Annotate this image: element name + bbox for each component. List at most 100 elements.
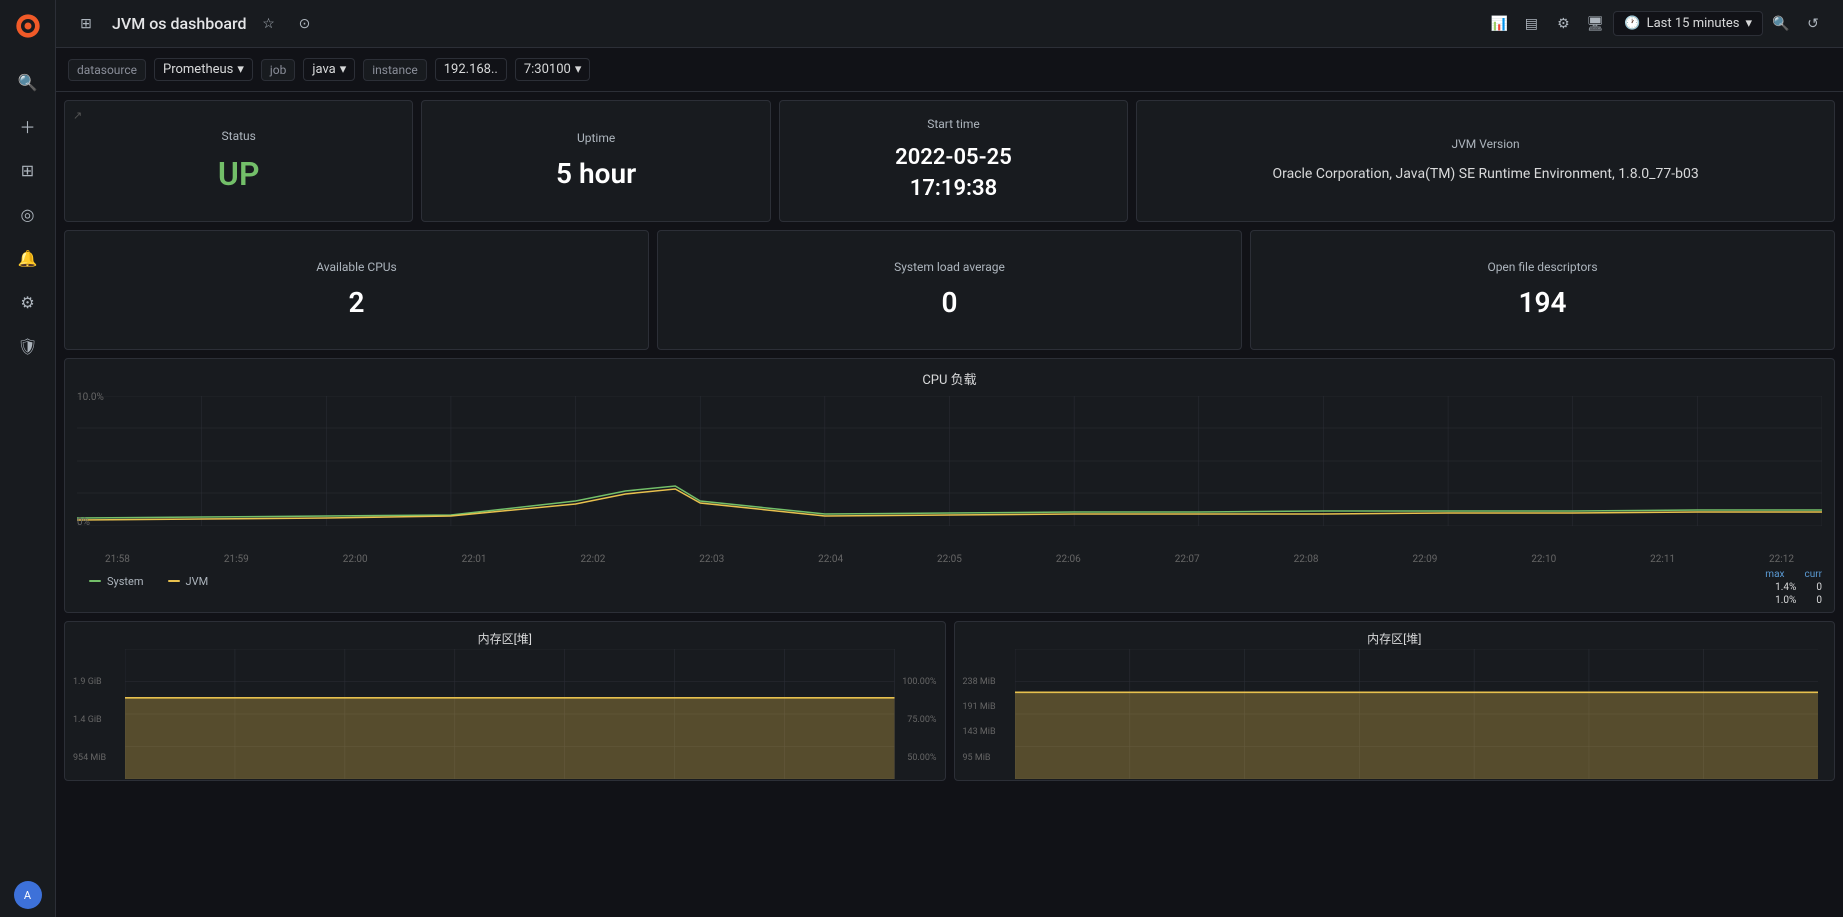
stats-row-1: ↗ Status UP Uptime 5 hour Start time 202… (64, 100, 1835, 222)
xaxis-label: 22:09 (1412, 554, 1437, 565)
chart-bar-icon[interactable]: 📊 (1485, 10, 1513, 38)
job-label: job (261, 59, 295, 81)
load-card: System load average 0 (657, 230, 1242, 350)
topbar-right: 📊 ▤ ⚙ 🖥 🕐 Last 15 minutes ▾ 🔍 ↺ (1485, 10, 1827, 38)
xaxis-label: 21:58 (105, 554, 130, 565)
y-right-label: 75.00% (902, 715, 936, 725)
sidebar-add-icon[interactable]: ＋ (8, 106, 48, 146)
gear-icon[interactable]: ⚙ (1549, 10, 1577, 38)
search-icon[interactable]: 🔍 (1767, 10, 1795, 38)
xaxis-label: 22:07 (1175, 554, 1200, 565)
cpu-chart-panel: CPU 负载 10.0% 0% (64, 358, 1835, 613)
system-max: 1.4% (1775, 582, 1796, 593)
instance-port-value: 7:30100 (524, 62, 571, 77)
title-text: JVM os dashboard (112, 14, 246, 33)
y-label: 1.4 GiB (73, 715, 106, 725)
cpus-value: 2 (349, 286, 365, 319)
cpu-chart-area: 10.0% 0% (65, 392, 1834, 552)
grid-icon[interactable]: ⊞ (72, 10, 100, 38)
datasource-dropdown[interactable]: Prometheus ▾ (154, 58, 253, 81)
xaxis-label: 22:01 (462, 554, 487, 565)
memory-chart2-title: 内存区[堆] (955, 622, 1835, 649)
topbar: ⊞ JVM os dashboard ☆ ⊙ 📊 ▤ ⚙ 🖥 🕐 Last 15… (56, 0, 1843, 48)
memory-chart-1: 内存区[堆] 1.9 GiB 1.4 GiB 954 MiB 100.00% 7… (64, 621, 946, 781)
chart-legend: System JVM (77, 569, 220, 590)
status-label: Status (222, 129, 256, 143)
memory2-svg (1015, 649, 1819, 779)
starttime-label: Start time (927, 117, 980, 131)
chevron-down-icon: ▾ (1745, 16, 1752, 31)
sidebar-shield-icon[interactable]: 🛡 (8, 326, 48, 366)
cpus-card: Available CPUs 2 (64, 230, 649, 350)
instance-ip-value: 192.168.. (444, 62, 498, 77)
bottom-charts: 内存区[堆] 1.9 GiB 1.4 GiB 954 MiB 100.00% 7… (64, 621, 1835, 781)
instance-label: instance (363, 59, 426, 81)
time-range-selector[interactable]: 🕐 Last 15 minutes ▾ (1613, 11, 1763, 36)
cpu-chart-title: CPU 负载 (65, 359, 1834, 392)
xaxis-label: 22:05 (937, 554, 962, 565)
instance-ip-dropdown[interactable]: 192.168.. (435, 58, 507, 81)
load-label: System load average (894, 260, 1005, 274)
instance-port-dropdown[interactable]: 7:30100 ▾ (515, 58, 591, 81)
xaxis-label: 22:03 (699, 554, 724, 565)
datasource-value: Prometheus (163, 62, 233, 77)
uptime-card: Uptime 5 hour (421, 100, 770, 222)
datasource-label: datasource (68, 59, 146, 81)
starttime-value: 2022-05-2517:19:38 (895, 143, 1012, 205)
star-icon[interactable]: ☆ (254, 10, 282, 38)
sidebar-search-icon[interactable]: 🔍 (8, 62, 48, 102)
monitor-icon[interactable]: 🖥 (1581, 10, 1609, 38)
memory-chart-2: 内存区[堆] 238 MiB 191 MiB 143 MiB 95 MiB (954, 621, 1836, 781)
sidebar: 🔍 ＋ ⊞ ◎ 🔔 ⚙ 🛡 A (0, 0, 56, 917)
y-right-label: 100.00% (902, 677, 936, 687)
job-dropdown[interactable]: java ▾ (303, 58, 355, 81)
jvm-value: Oracle Corporation, Java(TM) SE Runtime … (1272, 163, 1698, 185)
memory2-yaxis: 238 MiB 191 MiB 143 MiB 95 MiB (963, 677, 996, 763)
cpu-chart-svg (77, 396, 1822, 526)
y-label: 191 MiB (963, 702, 996, 712)
xaxis-label: 22:04 (818, 554, 843, 565)
uptime-value: 5 hour (556, 157, 636, 190)
sidebar-settings-icon[interactable]: ⚙ (8, 282, 48, 322)
stats-row-2: Available CPUs 2 System load average 0 O… (64, 230, 1835, 350)
sidebar-alerts-icon[interactable]: 🔔 (8, 238, 48, 278)
y-label: 1.9 GiB (73, 677, 106, 687)
legend-jvm: JVM (168, 575, 209, 588)
table-icon[interactable]: ▤ (1517, 10, 1545, 38)
clock-icon: 🕐 (1624, 16, 1640, 31)
dashboard-area: ↗ Status UP Uptime 5 hour Start time 202… (56, 92, 1843, 917)
filter-bar: datasource Prometheus ▾ job java ▾ insta… (56, 48, 1843, 92)
jvm-max: 1.0% (1775, 595, 1796, 606)
refresh-icon[interactable]: ↺ (1799, 10, 1827, 38)
xaxis-label: 22:02 (580, 554, 605, 565)
legend-jvm-label: JVM (186, 575, 209, 588)
app-logo[interactable] (10, 8, 46, 44)
y-label: 954 MiB (73, 753, 106, 763)
chevron-icon: ▾ (237, 62, 244, 77)
starttime-card: Start time 2022-05-2517:19:38 (779, 100, 1128, 222)
share-icon[interactable]: ⊙ (290, 10, 318, 38)
memory1-yaxis-right: 100.00% 75.00% 50.00% (902, 677, 936, 763)
system-curr: 0 (1816, 582, 1822, 593)
sidebar-dashboards-icon[interactable]: ⊞ (8, 150, 48, 190)
jvm-legend-dot (168, 580, 180, 582)
jvm-curr: 0 (1816, 595, 1822, 606)
xaxis-label: 22:11 (1650, 554, 1675, 565)
curr-header: curr (1804, 569, 1822, 580)
sidebar-explore-icon[interactable]: ◎ (8, 194, 48, 234)
legend-system: System (89, 575, 144, 588)
y-label: 95 MiB (963, 753, 996, 763)
xaxis-label: 22:00 (343, 554, 368, 565)
job-value: java (312, 62, 335, 77)
user-avatar[interactable]: A (14, 881, 42, 909)
jvm-label: JVM Version (1452, 137, 1520, 151)
sidebar-bottom: A (14, 881, 42, 909)
cpu-xaxis: 21:58 21:59 22:00 22:01 22:02 22:03 22:0… (65, 552, 1834, 565)
memory1-svg (125, 649, 895, 779)
xaxis-label: 22:12 (1769, 554, 1794, 565)
xaxis-label: 22:06 (1056, 554, 1081, 565)
memory-chart1-title: 内存区[堆] (65, 622, 945, 649)
external-link-icon[interactable]: ↗ (73, 109, 82, 122)
chevron-icon2: ▾ (340, 62, 347, 77)
main-content: ⊞ JVM os dashboard ☆ ⊙ 📊 ▤ ⚙ 🖥 🕐 Last 15… (56, 0, 1843, 917)
